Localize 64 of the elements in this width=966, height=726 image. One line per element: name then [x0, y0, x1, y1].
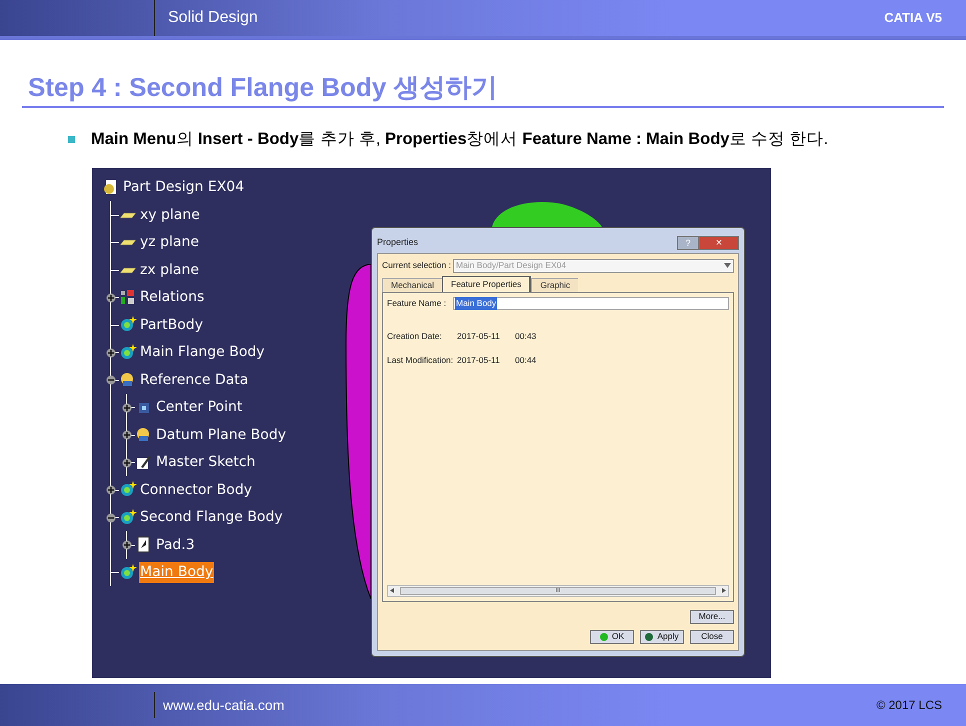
scroll-left-icon: [390, 588, 394, 594]
scroll-right-icon: [722, 588, 726, 594]
tab[interactable]: Feature Properties: [442, 276, 532, 292]
body-icon: [119, 481, 137, 499]
field-label: Last Modification:: [387, 354, 454, 366]
bullet-icon: [68, 136, 75, 143]
expand-icon[interactable]: [122, 430, 132, 440]
dropdown-caret-icon: [724, 263, 731, 268]
tree-item[interactable]: PartBody: [139, 314, 204, 336]
status-dot-icon: [600, 632, 608, 641]
expand-icon[interactable]: [122, 402, 132, 412]
expand-icon[interactable]: [106, 348, 116, 358]
time-value: 00:43: [515, 330, 536, 342]
field-label: Creation Date:: [387, 330, 443, 342]
close-button[interactable]: ×: [699, 236, 739, 250]
plane-icon: [119, 239, 137, 246]
expand-icon[interactable]: [106, 485, 116, 495]
tab[interactable]: Graphic: [531, 278, 578, 292]
plane-icon: [119, 212, 137, 218]
body-icon: [119, 564, 137, 582]
product-name: CATIA V5: [884, 9, 942, 28]
body-icon: [119, 316, 137, 334]
field-label: Feature Name :: [387, 297, 448, 310]
status-dot-icon: [645, 632, 654, 641]
tab[interactable]: Mechanical: [382, 278, 442, 292]
close-button[interactable]: Close: [690, 630, 734, 644]
tree-item[interactable]: Reference Data: [139, 370, 250, 390]
copyright-text: © 2017 LCS: [876, 697, 942, 714]
relations-icon: [119, 288, 137, 306]
time-value: 00:44: [515, 354, 536, 366]
dialog-title: Properties: [377, 236, 418, 249]
tree-item[interactable]: Pad.3: [155, 534, 196, 556]
tree-item[interactable]: Relations: [139, 287, 206, 308]
tree-item[interactable]: zx plane: [139, 260, 200, 280]
tree-item[interactable]: Main Flange Body: [139, 342, 266, 363]
expand-icon[interactable]: [106, 292, 116, 302]
collapse-icon[interactable]: [106, 375, 116, 385]
tree-item[interactable]: Datum Plane Body: [155, 424, 287, 446]
date-value: 2017-05-11: [457, 354, 501, 366]
slide-title: Step 4 : Second Flange Body 생성하기: [28, 71, 498, 104]
apply-button[interactable]: Apply: [640, 630, 684, 644]
tree-item[interactable]: yz plane: [139, 232, 200, 253]
tree-item[interactable]: Center Point: [155, 397, 244, 418]
expand-icon[interactable]: [122, 540, 132, 550]
more-button[interactable]: More...: [690, 610, 734, 624]
date-value: 2017-05-11: [457, 330, 501, 342]
section-title: Solid Design: [168, 8, 258, 28]
collapse-icon[interactable]: [106, 512, 116, 522]
ok-button[interactable]: OK: [590, 630, 634, 644]
expand-icon[interactable]: [122, 458, 132, 468]
plane-icon: [119, 266, 137, 274]
website-url: www.edu-catia.com: [163, 696, 284, 714]
tree-item[interactable]: Part Design EX04: [122, 177, 246, 198]
body-icon: [119, 508, 137, 526]
tree-item[interactable]: Master Sketch: [155, 452, 256, 473]
tree-item[interactable]: Second Flange Body: [139, 507, 284, 528]
feature-name-field[interactable]: Main Body: [453, 297, 729, 310]
sketch-icon: [135, 454, 153, 472]
tree-item[interactable]: Connector Body: [139, 480, 253, 500]
instruction-text: Main Menu의 Insert - Body를 추가 후, Properties창에서 Feature Name : Main Body로 수정 한다.: [91, 129, 828, 150]
point-icon: [138, 402, 150, 414]
body-icon: [119, 344, 137, 362]
field-label: Current selection :: [382, 259, 451, 272]
tree-item[interactable]: xy plane: [139, 204, 201, 226]
